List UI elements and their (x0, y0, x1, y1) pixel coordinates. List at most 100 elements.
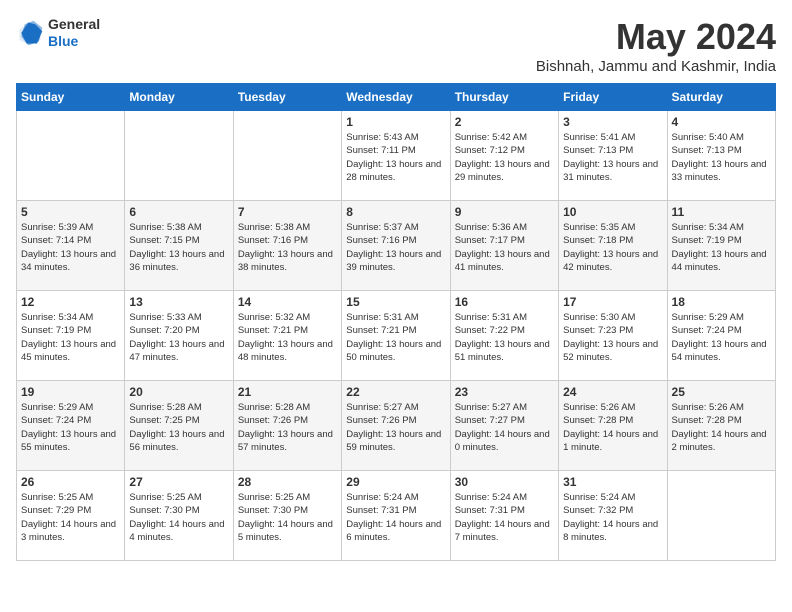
table-row: 25 Sunrise: 5:26 AM Sunset: 7:28 PM Dayli… (667, 381, 775, 471)
table-row: 22 Sunrise: 5:27 AM Sunset: 7:26 PM Dayli… (342, 381, 450, 471)
day-info: Sunrise: 5:38 AM Sunset: 7:15 PM Dayligh… (129, 221, 228, 274)
day-number: 16 (455, 295, 554, 309)
table-row: 15 Sunrise: 5:31 AM Sunset: 7:21 PM Dayli… (342, 291, 450, 381)
day-number: 21 (238, 385, 337, 399)
table-row: 31 Sunrise: 5:24 AM Sunset: 7:32 PM Dayli… (559, 471, 667, 561)
logo-icon (16, 19, 44, 47)
day-number: 25 (672, 385, 771, 399)
day-info: Sunrise: 5:38 AM Sunset: 7:16 PM Dayligh… (238, 221, 337, 274)
day-info: Sunrise: 5:32 AM Sunset: 7:21 PM Dayligh… (238, 311, 337, 364)
table-row: 28Sunrise: 5:25 AM Sunset: 7:30 PM Dayli… (233, 471, 341, 561)
day-info: Sunrise: 5:26 AM Sunset: 7:28 PM Dayligh… (672, 401, 771, 454)
day-number: 20 (129, 385, 228, 399)
day-info: Sunrise: 5:28 AM Sunset: 7:25 PM Dayligh… (129, 401, 228, 454)
day-info: Sunrise: 5:25 AM Sunset: 7:29 PM Dayligh… (21, 491, 120, 544)
day-info: Sunrise: 5:29 AM Sunset: 7:24 PM Dayligh… (672, 311, 771, 364)
table-row: 19Sunrise: 5:29 AM Sunset: 7:24 PM Dayli… (17, 381, 125, 471)
logo: General Blue (16, 16, 100, 50)
table-row: 9 Sunrise: 5:36 AM Sunset: 7:17 PM Daylig… (450, 201, 558, 291)
day-info: Sunrise: 5:36 AM Sunset: 7:17 PM Dayligh… (455, 221, 554, 274)
day-info: Sunrise: 5:28 AM Sunset: 7:26 PM Dayligh… (238, 401, 337, 454)
logo-blue-label: Blue (48, 33, 100, 50)
calendar-table: Sunday Monday Tuesday Wednesday Thursday… (16, 83, 776, 561)
table-row: 8 Sunrise: 5:37 AM Sunset: 7:16 PM Daylig… (342, 201, 450, 291)
day-number: 10 (563, 205, 662, 219)
calendar-week-row: 1Sunrise: 5:43 AM Sunset: 7:11 PM Daylig… (17, 111, 776, 201)
day-number: 9 (455, 205, 554, 219)
table-row (125, 111, 233, 201)
day-number: 11 (672, 205, 771, 219)
title-block: May 2024 Bishnah, Jammu and Kashmir, Ind… (536, 16, 776, 75)
day-number: 3 (563, 115, 662, 129)
calendar-week-row: 12Sunrise: 5:34 AM Sunset: 7:19 PM Dayli… (17, 291, 776, 381)
table-row (233, 111, 341, 201)
day-number: 14 (238, 295, 337, 309)
table-row: 18Sunrise: 5:29 AM Sunset: 7:24 PM Dayli… (667, 291, 775, 381)
table-row: 10 Sunrise: 5:35 AM Sunset: 7:18 PM Dayli… (559, 201, 667, 291)
day-number: 13 (129, 295, 228, 309)
table-row: 6 Sunrise: 5:38 AM Sunset: 7:15 PM Daylig… (125, 201, 233, 291)
table-row: 23 Sunrise: 5:27 AM Sunset: 7:27 PM Dayli… (450, 381, 558, 471)
day-info: Sunrise: 5:40 AM Sunset: 7:13 PM Dayligh… (672, 131, 771, 184)
day-number: 1 (346, 115, 445, 129)
day-number: 28 (238, 475, 337, 489)
table-row: 1Sunrise: 5:43 AM Sunset: 7:11 PM Daylig… (342, 111, 450, 201)
table-row: 5 Sunrise: 5:39 AM Sunset: 7:14 PM Daylig… (17, 201, 125, 291)
day-info: Sunrise: 5:39 AM Sunset: 7:14 PM Dayligh… (21, 221, 120, 274)
day-number: 7 (238, 205, 337, 219)
day-number: 15 (346, 295, 445, 309)
col-friday: Friday (559, 84, 667, 111)
logo-general-label: General (48, 16, 100, 33)
table-row (667, 471, 775, 561)
table-row: 17Sunrise: 5:30 AM Sunset: 7:23 PM Dayli… (559, 291, 667, 381)
day-info: Sunrise: 5:31 AM Sunset: 7:21 PM Dayligh… (346, 311, 445, 364)
col-tuesday: Tuesday (233, 84, 341, 111)
day-number: 30 (455, 475, 554, 489)
page-header: General Blue May 2024 Bishnah, Jammu and… (16, 16, 776, 75)
day-info: Sunrise: 5:25 AM Sunset: 7:30 PM Dayligh… (129, 491, 228, 544)
day-info: Sunrise: 5:24 AM Sunset: 7:32 PM Dayligh… (563, 491, 662, 544)
col-wednesday: Wednesday (342, 84, 450, 111)
day-number: 23 (455, 385, 554, 399)
table-row: 26Sunrise: 5:25 AM Sunset: 7:29 PM Dayli… (17, 471, 125, 561)
day-info: Sunrise: 5:41 AM Sunset: 7:13 PM Dayligh… (563, 131, 662, 184)
table-row: 21 Sunrise: 5:28 AM Sunset: 7:26 PM Dayli… (233, 381, 341, 471)
table-row: 2 Sunrise: 5:42 AM Sunset: 7:12 PM Daylig… (450, 111, 558, 201)
table-row: 24 Sunrise: 5:26 AM Sunset: 7:28 PM Dayli… (559, 381, 667, 471)
day-number: 8 (346, 205, 445, 219)
day-number: 4 (672, 115, 771, 129)
day-number: 24 (563, 385, 662, 399)
table-row: 30 Sunrise: 5:24 AM Sunset: 7:31 PM Dayli… (450, 471, 558, 561)
day-number: 6 (129, 205, 228, 219)
day-info: Sunrise: 5:27 AM Sunset: 7:26 PM Dayligh… (346, 401, 445, 454)
day-number: 29 (346, 475, 445, 489)
day-number: 12 (21, 295, 120, 309)
day-info: Sunrise: 5:24 AM Sunset: 7:31 PM Dayligh… (455, 491, 554, 544)
col-monday: Monday (125, 84, 233, 111)
day-info: Sunrise: 5:27 AM Sunset: 7:27 PM Dayligh… (455, 401, 554, 454)
day-info: Sunrise: 5:42 AM Sunset: 7:12 PM Dayligh… (455, 131, 554, 184)
day-info: Sunrise: 5:35 AM Sunset: 7:18 PM Dayligh… (563, 221, 662, 274)
day-number: 5 (21, 205, 120, 219)
day-info: Sunrise: 5:30 AM Sunset: 7:23 PM Dayligh… (563, 311, 662, 364)
table-row: 12Sunrise: 5:34 AM Sunset: 7:19 PM Dayli… (17, 291, 125, 381)
day-number: 2 (455, 115, 554, 129)
location-title: Bishnah, Jammu and Kashmir, India (536, 58, 776, 75)
calendar-week-row: 5 Sunrise: 5:39 AM Sunset: 7:14 PM Daylig… (17, 201, 776, 291)
calendar-header-row: Sunday Monday Tuesday Wednesday Thursday… (17, 84, 776, 111)
day-number: 22 (346, 385, 445, 399)
table-row: 20 Sunrise: 5:28 AM Sunset: 7:25 PM Dayli… (125, 381, 233, 471)
table-row: 29Sunrise: 5:24 AM Sunset: 7:31 PM Dayli… (342, 471, 450, 561)
table-row: 7 Sunrise: 5:38 AM Sunset: 7:16 PM Daylig… (233, 201, 341, 291)
calendar-week-row: 26Sunrise: 5:25 AM Sunset: 7:29 PM Dayli… (17, 471, 776, 561)
day-info: Sunrise: 5:26 AM Sunset: 7:28 PM Dayligh… (563, 401, 662, 454)
calendar-week-row: 19Sunrise: 5:29 AM Sunset: 7:24 PM Dayli… (17, 381, 776, 471)
day-info: Sunrise: 5:31 AM Sunset: 7:22 PM Dayligh… (455, 311, 554, 364)
table-row (17, 111, 125, 201)
table-row: 14 Sunrise: 5:32 AM Sunset: 7:21 PM Dayli… (233, 291, 341, 381)
table-row: 4 Sunrise: 5:40 AM Sunset: 7:13 PM Daylig… (667, 111, 775, 201)
table-row: 16 Sunrise: 5:31 AM Sunset: 7:22 PM Dayli… (450, 291, 558, 381)
day-number: 31 (563, 475, 662, 489)
day-info: Sunrise: 5:37 AM Sunset: 7:16 PM Dayligh… (346, 221, 445, 274)
day-number: 27 (129, 475, 228, 489)
